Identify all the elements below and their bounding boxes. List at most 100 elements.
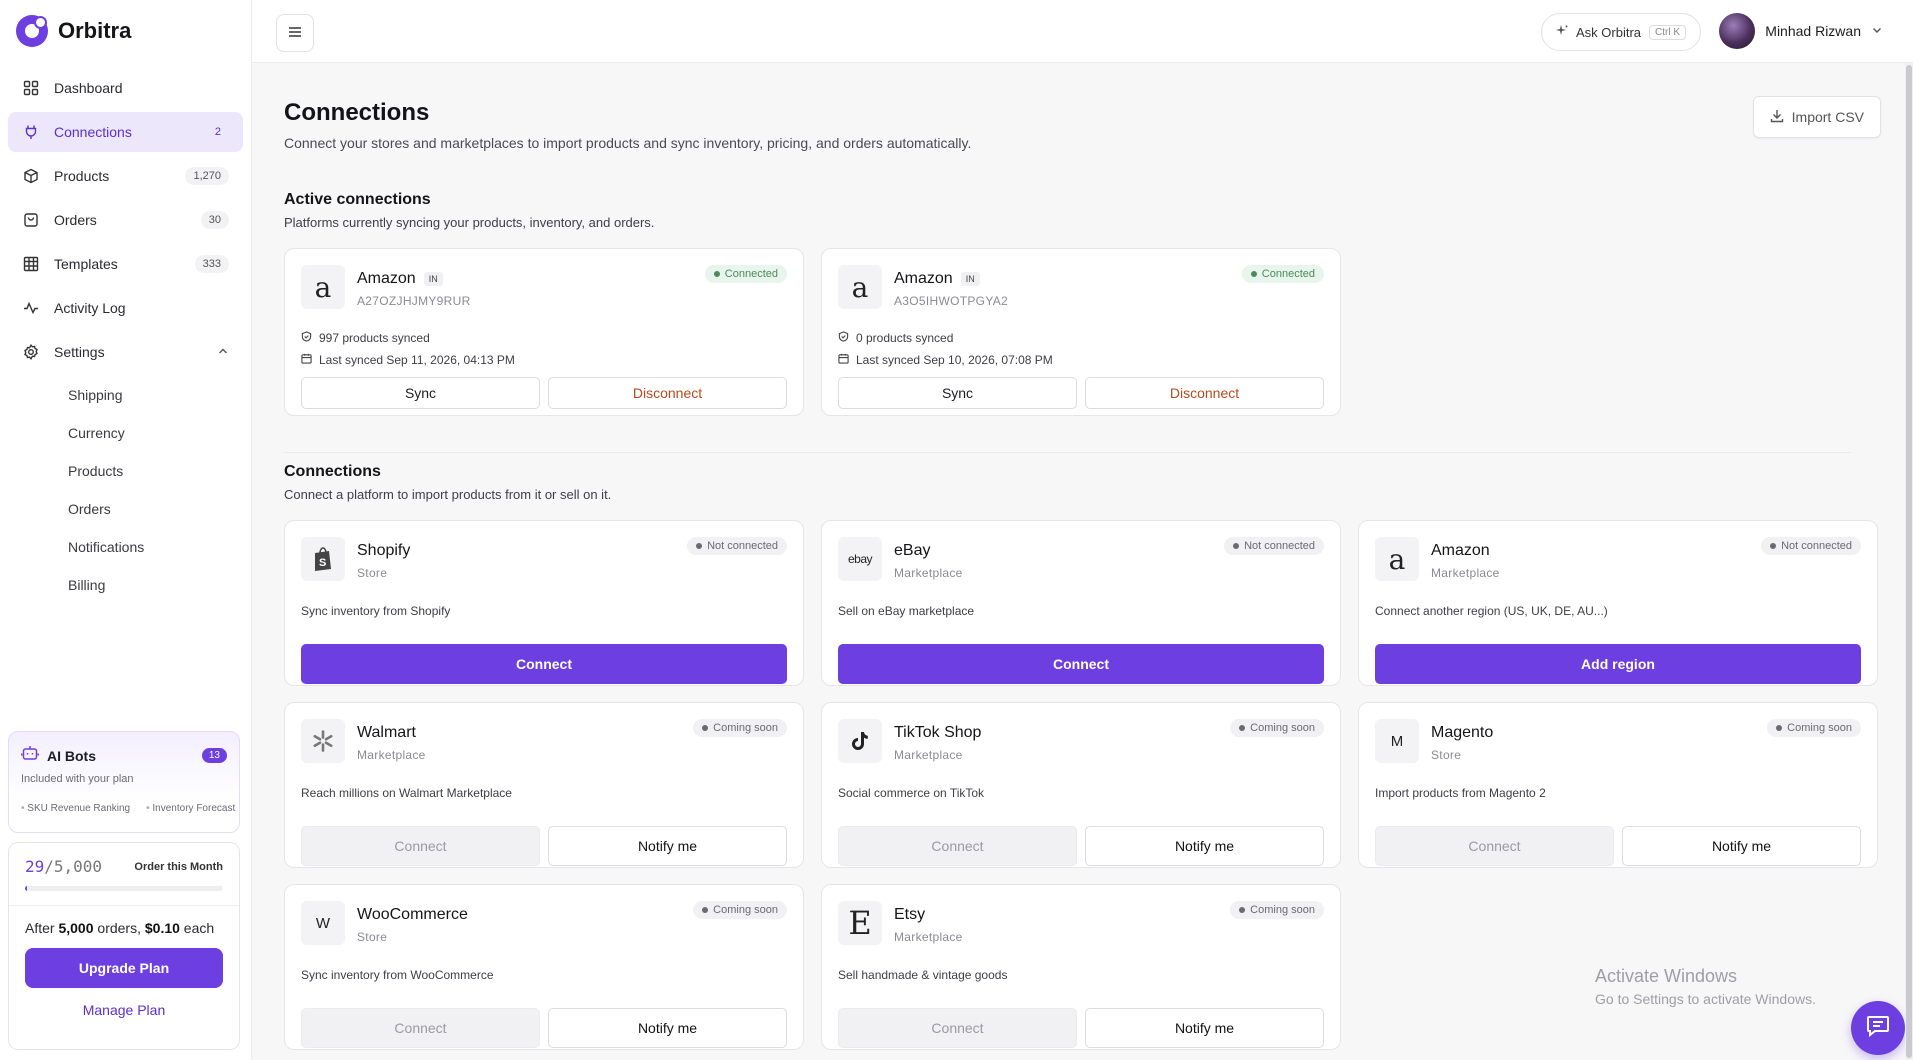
region-badge: IN bbox=[960, 272, 980, 286]
sidebar-item-label: Orders bbox=[54, 212, 97, 228]
amazon-logo-icon: a bbox=[838, 265, 882, 309]
gear-icon bbox=[22, 343, 40, 361]
sub-item-products[interactable]: Products bbox=[68, 452, 243, 490]
notify-me-button[interactable]: Notify me bbox=[548, 1008, 787, 1048]
sidebar-item-label: Activity Log bbox=[54, 300, 126, 316]
sidebar-item-orders[interactable]: Orders 30 bbox=[8, 200, 243, 240]
chevron-up-icon[interactable] bbox=[217, 344, 229, 360]
etsy-logo-icon: E bbox=[838, 901, 882, 945]
chat-button[interactable] bbox=[1851, 1001, 1905, 1055]
notify-me-button[interactable]: Notify me bbox=[1085, 826, 1324, 866]
seller-id: A3O5IHWOTPGYA2 bbox=[894, 294, 1009, 308]
orbitra-logo-icon bbox=[16, 15, 48, 47]
hamburger-icon bbox=[288, 26, 302, 41]
platform-description: Sync inventory from WooCommerce bbox=[301, 968, 494, 982]
scrollbar[interactable] bbox=[1905, 63, 1913, 1060]
status-badge: Connected bbox=[704, 265, 787, 283]
table-icon bbox=[22, 255, 40, 273]
notify-me-button[interactable]: Notify me bbox=[1085, 1008, 1324, 1048]
ai-bots-subtitle: Included with your plan bbox=[21, 773, 134, 785]
sidebar-item-templates[interactable]: Templates 333 bbox=[8, 244, 243, 284]
platform-name: TikTok Shop bbox=[894, 724, 982, 741]
platform-card-woocommerce: W WooCommerce Store Coming soon Sync inv… bbox=[284, 884, 804, 1050]
sidebar-item-products[interactable]: Products 1,270 bbox=[8, 156, 243, 196]
connect-button-disabled: Connect bbox=[1375, 826, 1614, 866]
grid-icon bbox=[22, 79, 40, 97]
page-subtitle: Connect your stores and marketplaces to … bbox=[284, 135, 972, 151]
sidebar-item-label: Connections bbox=[54, 124, 132, 140]
download-icon bbox=[1770, 109, 1784, 126]
connect-button-disabled: Connect bbox=[838, 826, 1077, 866]
shopify-bag-icon: S bbox=[301, 537, 345, 581]
usage-label: Order this Month bbox=[134, 860, 223, 873]
disconnect-button[interactable]: Disconnect bbox=[1085, 377, 1324, 409]
ticker-item: Inventory Forecast bbox=[146, 803, 235, 814]
ask-orbitra-button[interactable]: Ask Orbitra Ctrl K bbox=[1540, 13, 1701, 51]
sidebar-item-settings[interactable]: Settings bbox=[8, 332, 243, 372]
amazon-logo-icon: a bbox=[301, 265, 345, 309]
sub-item-shipping[interactable]: Shipping bbox=[68, 376, 243, 414]
ai-bots-card[interactable]: AI Bots 13 Included with your plan SKU R… bbox=[8, 731, 240, 833]
woocommerce-logo-icon: W bbox=[301, 901, 345, 945]
connect-button[interactable]: Connect bbox=[301, 644, 787, 684]
shield-check-icon bbox=[301, 331, 312, 345]
section-divider bbox=[284, 452, 1851, 453]
platform-name: Magento bbox=[1431, 724, 1494, 741]
notify-me-button[interactable]: Notify me bbox=[548, 826, 787, 866]
manage-plan-link[interactable]: Manage Plan bbox=[25, 1002, 223, 1018]
connect-button-disabled: Connect bbox=[838, 1008, 1077, 1048]
activity-icon bbox=[22, 299, 40, 317]
sub-item-billing[interactable]: Billing bbox=[68, 566, 243, 604]
sidebar-item-dashboard[interactable]: Dashboard bbox=[8, 68, 243, 108]
count-badge: 2 bbox=[214, 126, 221, 138]
sidebar-item-activity-log[interactable]: Activity Log bbox=[8, 288, 243, 328]
sync-button[interactable]: Sync bbox=[838, 377, 1077, 409]
shortcut-hint: Ctrl K bbox=[1649, 24, 1686, 40]
platform-name: eBay bbox=[894, 542, 931, 559]
settings-subnav: Shipping Currency Products Orders Notifi… bbox=[8, 376, 243, 604]
products-synced: 0 products synced bbox=[856, 331, 954, 345]
avatar bbox=[1719, 13, 1756, 49]
import-csv-button[interactable]: Import CSV bbox=[1752, 96, 1881, 138]
active-connections-section: Active connections Platforms currently s… bbox=[284, 191, 1851, 416]
walmart-spark-icon bbox=[301, 719, 345, 763]
count-badge: 1,270 bbox=[185, 167, 229, 185]
platform-description: Sell handmade & vintage goods bbox=[838, 968, 1008, 982]
active-connections-grid: a Amazon IN A27OZJHJMY9RUR Connected 997 … bbox=[284, 248, 1851, 416]
status-badge: Coming soon bbox=[1230, 719, 1324, 737]
usage-progress-fill bbox=[25, 886, 27, 891]
platform-card-etsy: E Etsy Marketplace Coming soon Sell hand… bbox=[821, 884, 1341, 1050]
disconnect-button[interactable]: Disconnect bbox=[548, 377, 787, 409]
region-badge: IN bbox=[423, 272, 443, 286]
brand[interactable]: Orbitra bbox=[0, 0, 251, 62]
brand-name: Orbitra bbox=[58, 18, 132, 43]
sync-button[interactable]: Sync bbox=[301, 377, 540, 409]
sidebar-item-label: Templates bbox=[54, 256, 118, 272]
connect-button-disabled: Connect bbox=[301, 1008, 540, 1048]
platform-card-ebay: ebay eBay Marketplace Not connected Sell… bbox=[821, 520, 1341, 686]
section-subtitle: Platforms currently syncing your product… bbox=[284, 215, 655, 230]
ai-bots-ticker: SKU Revenue Ranking Inventory Forecast bbox=[21, 803, 235, 814]
section-subtitle: Connect a platform to import products fr… bbox=[284, 487, 612, 502]
platform-name: Amazon bbox=[357, 270, 416, 287]
platform-name: Amazon bbox=[894, 270, 953, 287]
upgrade-plan-button[interactable]: Upgrade Plan bbox=[25, 948, 223, 988]
menu-toggle-button[interactable] bbox=[276, 14, 314, 52]
status-badge: Connected bbox=[1241, 265, 1324, 283]
platform-card-tiktok-shop: TikTok Shop Marketplace Coming soon Soci… bbox=[821, 702, 1341, 868]
platform-type: Store bbox=[357, 930, 388, 944]
box-icon bbox=[22, 167, 40, 185]
connect-button[interactable]: Connect bbox=[838, 644, 1324, 684]
sub-item-currency[interactable]: Currency bbox=[68, 414, 243, 452]
connections-section: Connections Connect a platform to import… bbox=[284, 463, 1878, 1050]
sidebar-item-connections[interactable]: Connections 2 bbox=[8, 112, 243, 152]
sub-item-orders[interactable]: Orders bbox=[68, 490, 243, 528]
platform-type: Marketplace bbox=[894, 566, 963, 580]
scrollbar-thumb[interactable] bbox=[1906, 65, 1912, 1058]
sub-item-notifications[interactable]: Notifications bbox=[68, 528, 243, 566]
notify-me-button[interactable]: Notify me bbox=[1622, 826, 1861, 866]
user-menu[interactable]: Minhad Rizwan bbox=[1719, 13, 1883, 49]
platform-type: Store bbox=[357, 566, 388, 580]
ask-label: Ask Orbitra bbox=[1575, 24, 1641, 40]
add-region-button[interactable]: Add region bbox=[1375, 644, 1861, 684]
